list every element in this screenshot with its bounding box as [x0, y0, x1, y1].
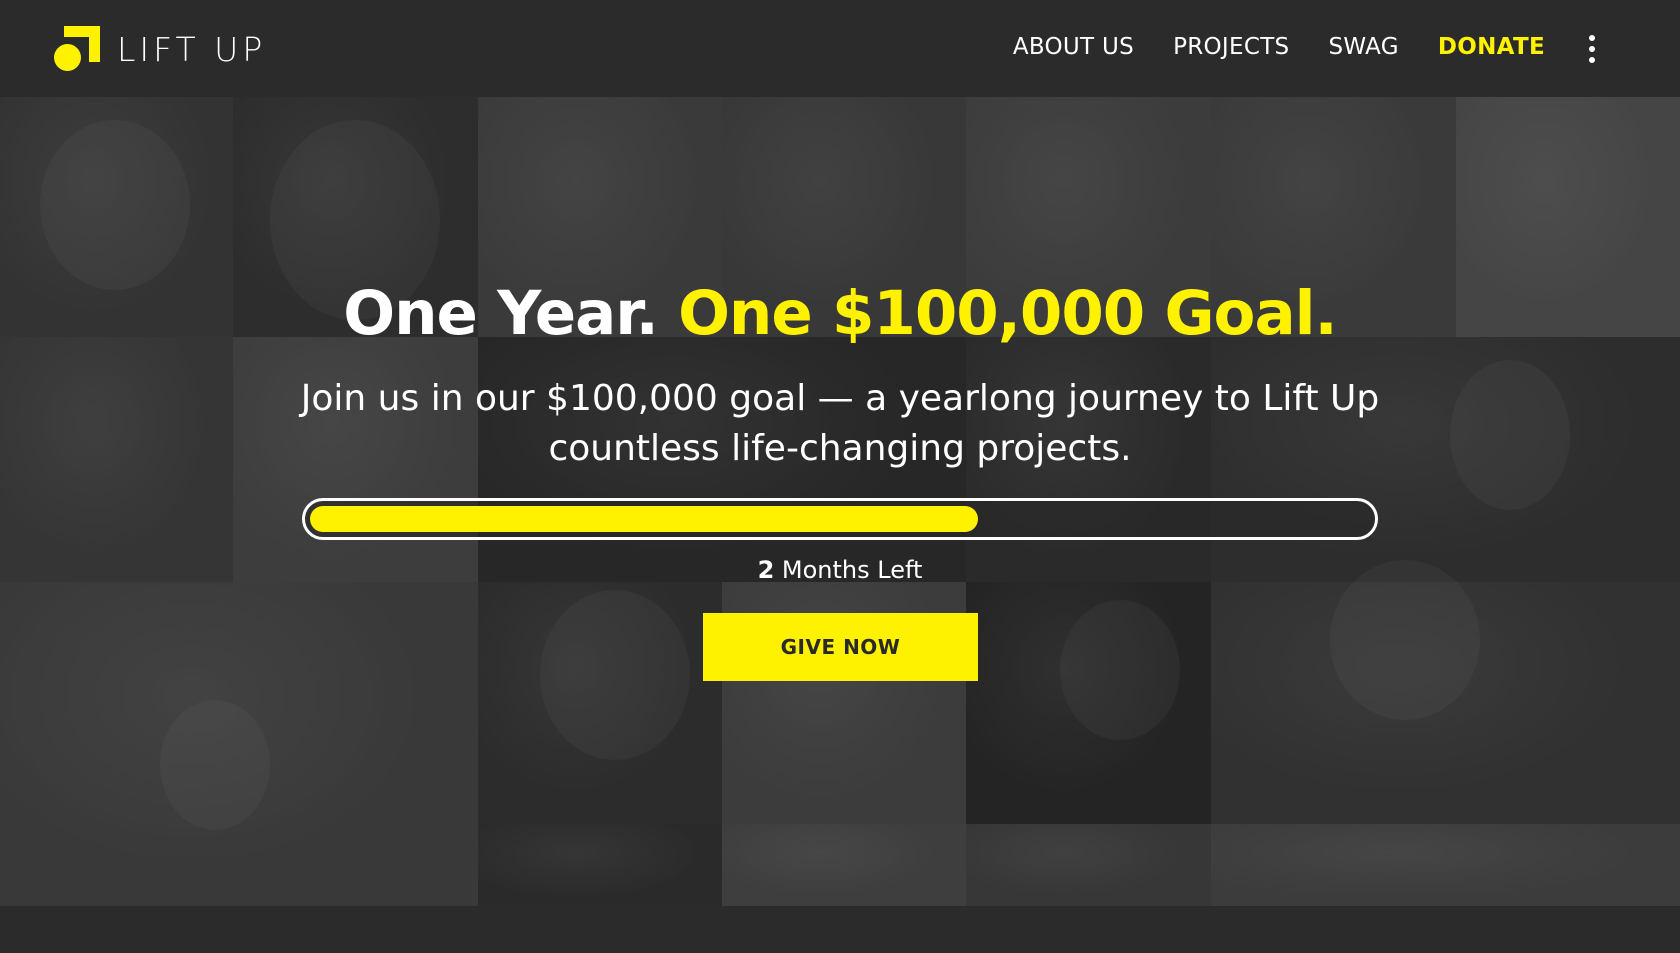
goal-progress-fill: [310, 506, 978, 532]
lift-up-logo-mark-icon: [54, 26, 101, 73]
brand-name: LIFT UP: [117, 30, 267, 69]
brand-logo[interactable]: LIFT UP: [54, 26, 266, 73]
footer-band: [0, 906, 1680, 953]
nav-about-us[interactable]: ABOUT US: [1013, 34, 1134, 60]
months-left-label: 2 Months Left: [0, 556, 1680, 584]
goal-progress-bar: [302, 498, 1378, 540]
hero-title-white: One Year.: [343, 278, 659, 349]
nav-swag[interactable]: SWAG: [1328, 34, 1398, 60]
nav-projects[interactable]: PROJECTS: [1173, 34, 1289, 60]
hero-title-accent: One $100,000 Goal.: [678, 278, 1338, 349]
months-left-text: Months Left: [781, 556, 923, 584]
main-nav: ABOUT US PROJECTS SWAG DONATE: [1013, 34, 1545, 60]
months-left-number: 2: [757, 556, 775, 584]
hero-subtitle: Join us in our $100,000 goal — a yearlon…: [300, 378, 1380, 469]
nav-donate[interactable]: DONATE: [1438, 34, 1545, 60]
kebab-menu-icon[interactable]: [1588, 35, 1596, 63]
give-now-button[interactable]: GIVE NOW: [703, 613, 978, 681]
hero-title: One Year. One $100,000 Goal.: [0, 278, 1680, 349]
top-navbar: LIFT UP ABOUT US PROJECTS SWAG DONATE: [0, 0, 1680, 97]
